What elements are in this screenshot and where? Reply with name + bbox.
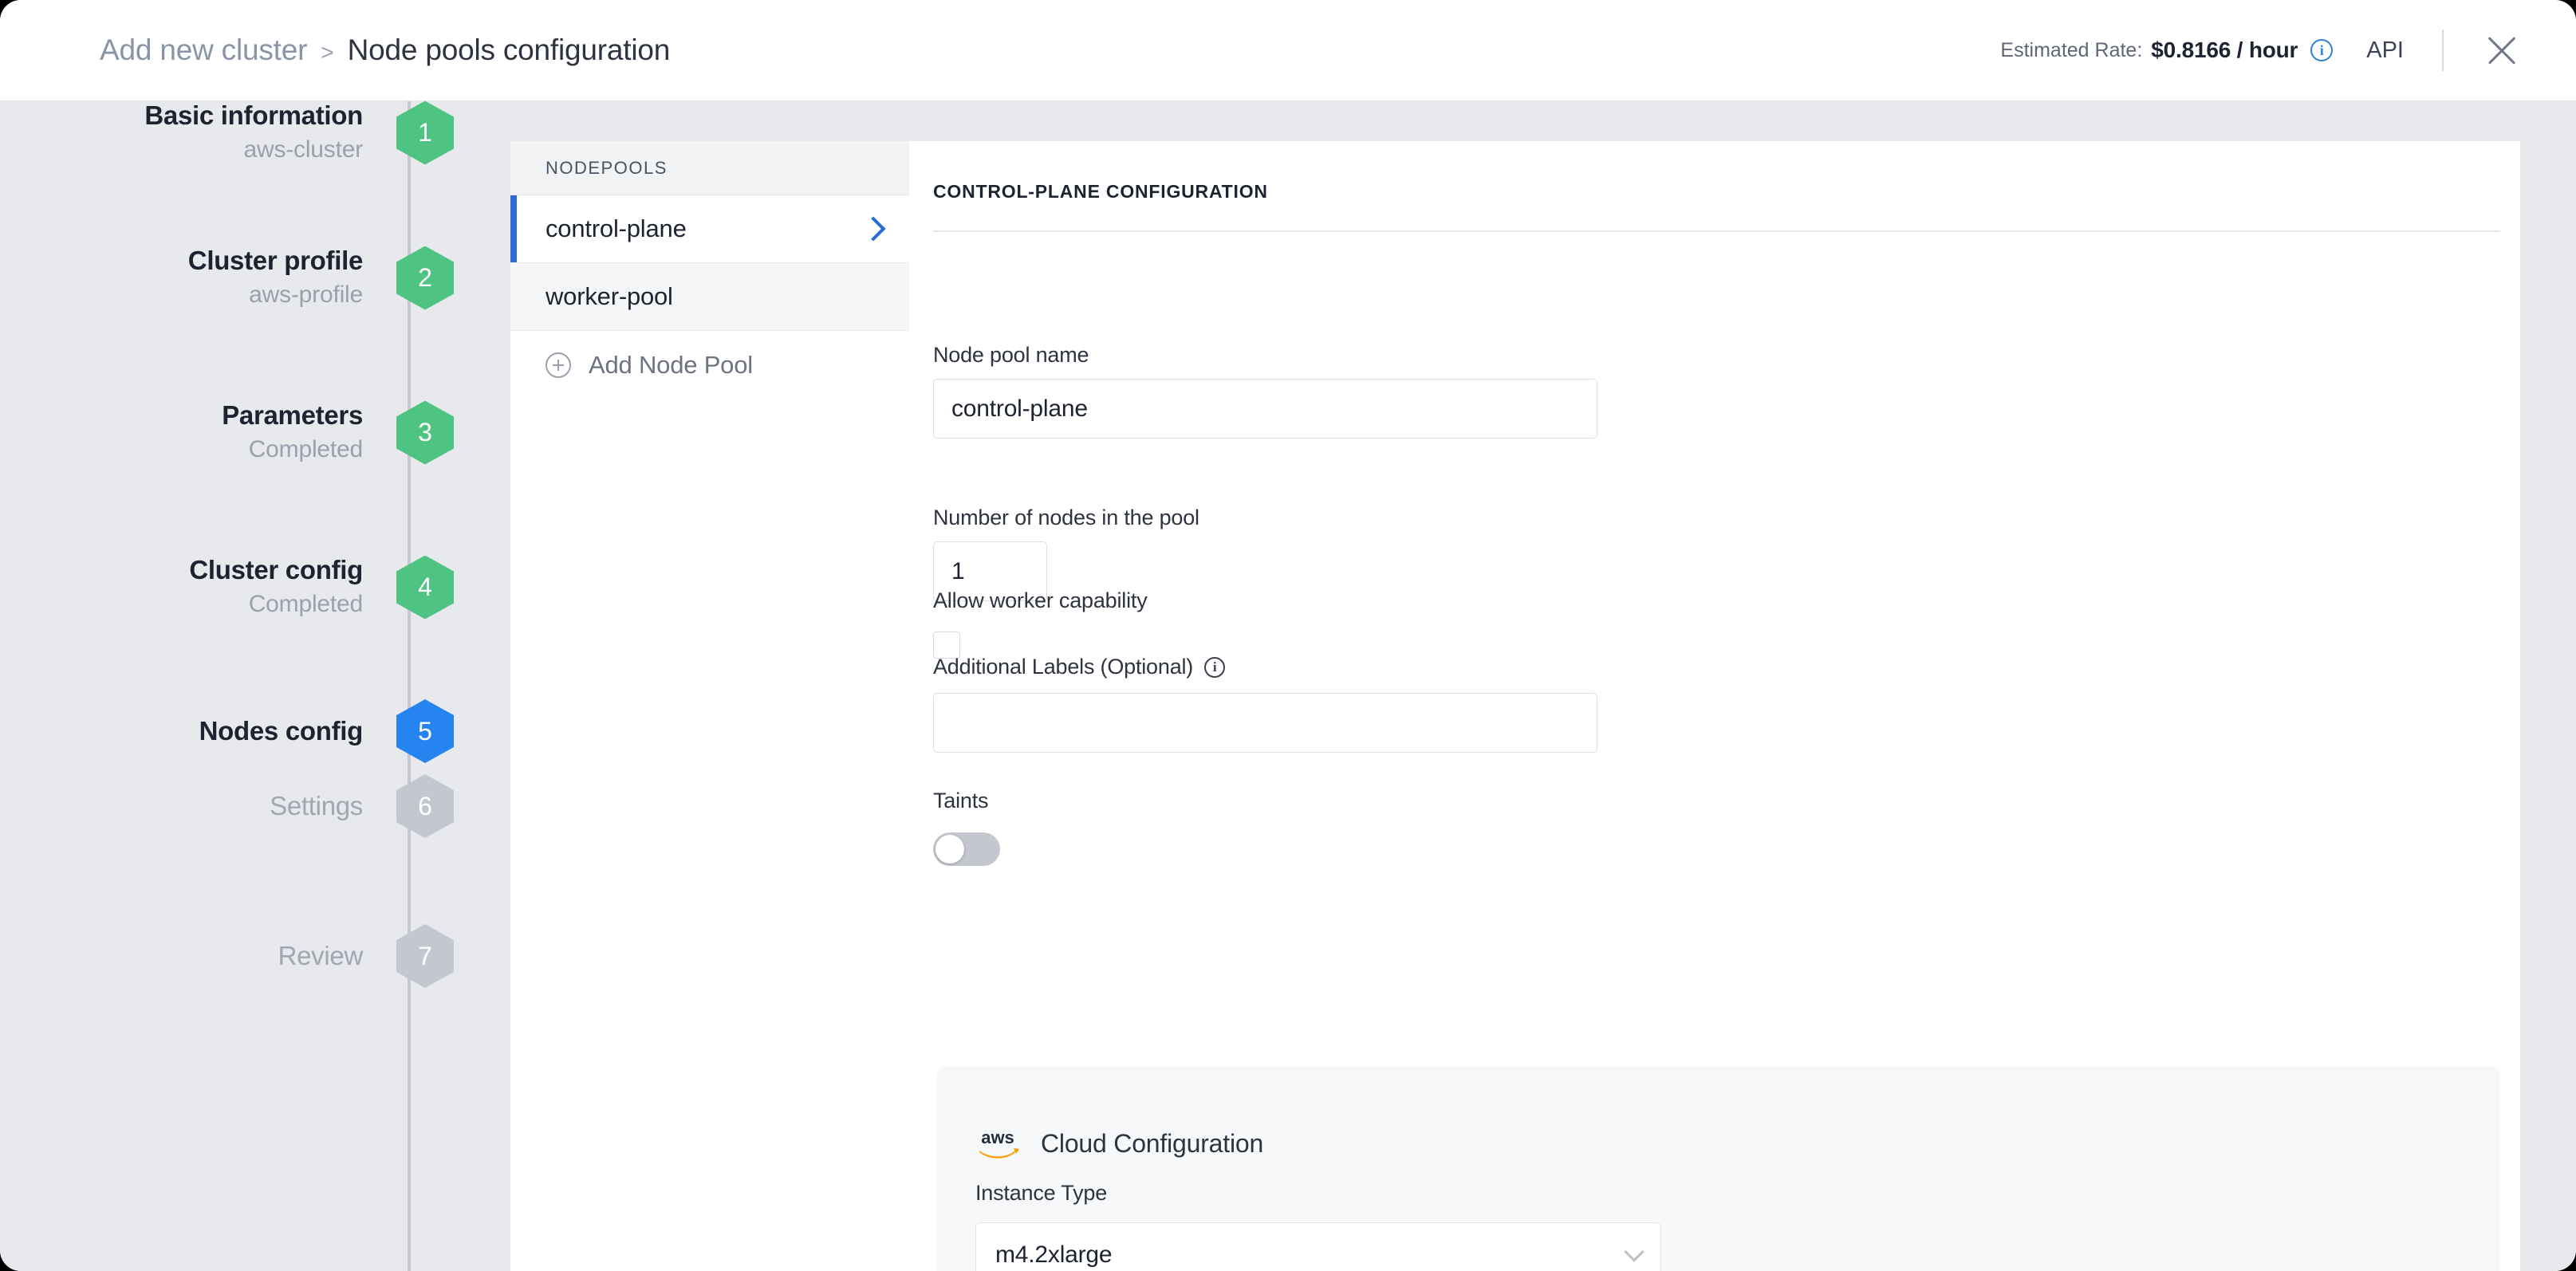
nodepool-item-label: control-plane: [546, 214, 687, 242]
wizard-stepper: Basic information aws-cluster 1 Cluster …: [0, 100, 510, 1271]
step-title: Settings: [270, 791, 363, 820]
step-subtitle: Completed: [248, 436, 363, 462]
stepper-step-review[interactable]: Review 7: [0, 924, 510, 988]
stepper-step-cluster-profile[interactable]: Cluster profile aws-profile 2: [0, 245, 510, 311]
instance-type-select[interactable]: m4.2xlarge: [975, 1222, 1661, 1271]
nodepool-config-form: CONTROL-PLANE CONFIGURATION Node pool na…: [909, 141, 2520, 1271]
step-badge: 5: [396, 699, 454, 763]
estimated-rate-value: $0.8166 / hour: [2151, 37, 2298, 62]
nodepools-panel: NODEPOOLS control-plane worker-pool Add …: [510, 141, 909, 1271]
instance-type-label: Instance Type: [975, 1181, 1108, 1205]
nodepool-item-label: worker-pool: [546, 282, 673, 310]
step-badge: 7: [396, 924, 454, 988]
nodepools-heading: NODEPOOLS: [510, 141, 909, 195]
breadcrumb-add-new-cluster[interactable]: Add new cluster: [100, 33, 307, 67]
chevron-right-icon: [861, 216, 886, 242]
stepper-step-basic-information[interactable]: Basic information aws-cluster 1: [0, 100, 510, 166]
step-badge: 4: [396, 555, 454, 620]
estimated-rate-label: Estimated Rate:: [2000, 38, 2143, 61]
node-count-label: Number of nodes in the pool: [933, 506, 1199, 529]
page-title: CONTROL-PLANE CONFIGURATION: [933, 181, 1268, 202]
step-subtitle: Completed: [248, 591, 363, 617]
step-title: Nodes config: [199, 716, 364, 746]
aws-logo-icon: aws: [975, 1126, 1020, 1161]
step-badge: 3: [396, 400, 454, 465]
taints-label: Taints: [933, 789, 989, 813]
step-badge: 6: [396, 774, 454, 838]
title-divider: [933, 230, 2500, 232]
breadcrumb-current-page: Node pools configuration: [347, 33, 671, 66]
step-title: Review: [278, 941, 364, 970]
wizard-body: Basic information aws-cluster 1 Cluster …: [0, 100, 2576, 1271]
add-cluster-wizard-window: Add new cluster > Node pools configurati…: [0, 0, 2576, 1271]
stepper-step-cluster-config[interactable]: Cluster config Completed 4: [0, 554, 510, 620]
chevron-down-icon: [1624, 1241, 1644, 1262]
instance-type-value: m4.2xlarge: [995, 1241, 1113, 1268]
api-link[interactable]: API: [2366, 37, 2404, 64]
additional-labels-label: Additional Labels (Optional) i: [933, 655, 1226, 679]
header-divider: [2442, 30, 2444, 71]
stepper-step-parameters[interactable]: Parameters Completed 3: [0, 399, 510, 466]
allow-worker-capability-label: Allow worker capability: [933, 588, 1148, 612]
cloud-configuration-title: Cloud Configuration: [1041, 1128, 1264, 1158]
step-title: Basic information: [144, 100, 363, 130]
plus-circle-icon: [546, 352, 571, 378]
step-title: Cluster config: [189, 555, 363, 584]
svg-text:aws: aws: [981, 1127, 1014, 1147]
info-icon[interactable]: i: [2310, 39, 2334, 61]
node-pool-name-input[interactable]: [933, 379, 1597, 439]
window-header: Add new cluster > Node pools configurati…: [0, 0, 2576, 101]
additional-labels-text: Additional Labels (Optional): [933, 655, 1194, 679]
taints-toggle[interactable]: [933, 832, 1000, 866]
stepper-step-nodes-config[interactable]: Nodes config 5: [0, 699, 510, 763]
header-actions: Estimated Rate: $0.8166 / hour i API: [2000, 30, 2520, 71]
cloud-configuration-header: aws Cloud Configuration: [975, 1126, 1263, 1161]
breadcrumb-separator: >: [321, 40, 334, 65]
step-badge: 2: [396, 246, 454, 310]
stepper-step-settings[interactable]: Settings 6: [0, 774, 510, 838]
step-subtitle: aws-cluster: [243, 136, 364, 163]
step-subtitle: aws-profile: [249, 281, 363, 308]
close-icon[interactable]: [2483, 32, 2520, 69]
step-title: Parameters: [222, 400, 363, 430]
breadcrumb: Add new cluster > Node pools configurati…: [100, 33, 670, 67]
toggle-knob: [935, 835, 964, 864]
add-node-pool-label: Add Node Pool: [589, 350, 753, 379]
add-node-pool-button[interactable]: Add Node Pool: [510, 331, 909, 399]
step-badge: 1: [396, 100, 454, 165]
node-pool-name-label: Node pool name: [933, 343, 1089, 367]
info-icon[interactable]: i: [1204, 656, 1226, 678]
cloud-configuration-card: aws Cloud Configuration Instance Type m4…: [937, 1066, 2500, 1271]
nodepool-item-control-plane[interactable]: control-plane: [510, 195, 909, 263]
step-title: Cluster profile: [187, 246, 364, 275]
nodepool-item-worker-pool[interactable]: worker-pool: [510, 263, 909, 331]
additional-labels-input[interactable]: [933, 693, 1597, 753]
